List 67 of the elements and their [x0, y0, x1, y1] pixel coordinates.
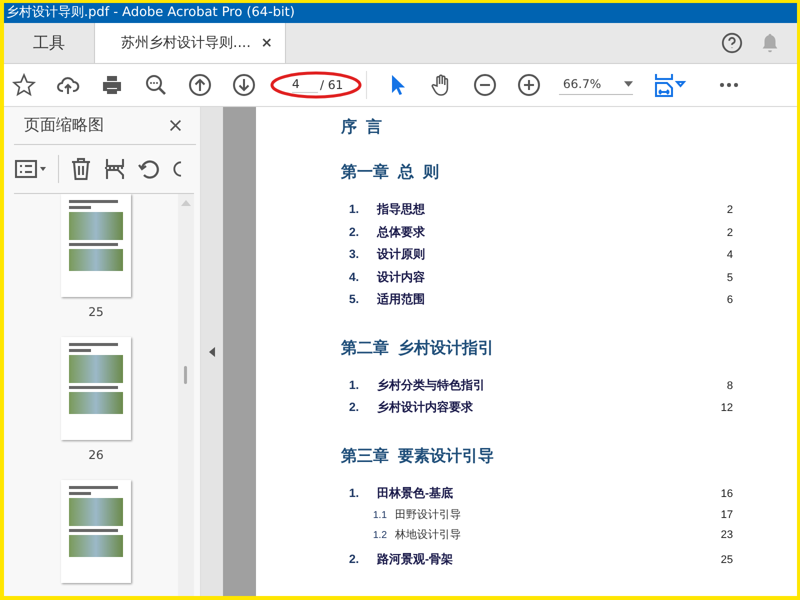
toc-page-number: 4 [726, 249, 733, 261]
document-tab[interactable]: 苏州乡村设计导则.... × [94, 23, 286, 63]
split-page-icon[interactable] [103, 157, 127, 181]
toc-entry[interactable]: 路河景观-骨架 [377, 551, 721, 568]
arrow-down-icon[interactable] [232, 73, 256, 97]
toc-number: 2. [349, 224, 360, 238]
options-menu-icon[interactable] [14, 157, 48, 181]
panel-title: 页面缩略图 [24, 115, 104, 136]
document-tab[interactable]: 工具 [4, 23, 94, 63]
toc-entry[interactable]: 指导思想 [377, 201, 727, 218]
toc-entry[interactable]: 适用范围 [377, 291, 727, 308]
toc-number: 2. [349, 400, 360, 414]
toc-heading: 第二章 乡村设计指引 [341, 338, 495, 358]
toc-number: 1. [349, 486, 360, 500]
toc-page-number: 2 [726, 204, 733, 216]
toc-entry[interactable]: 田林景色-基底 [377, 484, 721, 502]
toc-page-number: 16 [720, 488, 733, 500]
fit-page-icon[interactable] [653, 73, 687, 97]
toc-entry[interactable]: 乡村分类与特色指引 [377, 376, 727, 394]
toc-page-number: 12 [720, 402, 733, 414]
close-icon[interactable] [169, 119, 182, 132]
close-icon[interactable]: × [260, 35, 273, 51]
toc-page-number: 8 [726, 380, 733, 392]
scrollbar[interactable] [178, 194, 194, 596]
toc-page-number: 17 [720, 509, 733, 521]
arrow-up-icon[interactable] [188, 73, 212, 97]
zoom-out-icon[interactable] [473, 73, 497, 97]
toc-number: 1.2 [373, 530, 388, 541]
scroll-thumb[interactable] [184, 366, 187, 384]
page-thumbnail[interactable] [61, 194, 131, 297]
trash-icon[interactable] [69, 157, 93, 181]
toc-number: 3. [349, 247, 360, 261]
caret-icon [624, 81, 633, 87]
toc-number: 2. [349, 552, 360, 566]
toc-number: 5. [349, 292, 360, 306]
toc-page-number: 5 [726, 272, 733, 284]
toc-heading: 第三章 要素设计引导 [341, 446, 495, 466]
help-icon[interactable] [721, 32, 743, 54]
toc-page-number: 23 [720, 529, 733, 541]
page-thumbnail[interactable] [61, 480, 131, 583]
page-total: / 61 [320, 78, 344, 92]
toc-entry[interactable]: 林地设计引导 [395, 527, 721, 542]
toc-entry[interactable]: 田野设计引导 [395, 507, 721, 522]
toc-entry[interactable]: 总体要求 [377, 224, 727, 240]
zoom-dropdown[interactable]: 66.7% [559, 75, 633, 95]
page-label: 26 [88, 448, 104, 462]
toc-heading: 序 言 [341, 117, 383, 138]
toc-page-number: 25 [720, 554, 733, 566]
toc-number: 1. [349, 202, 360, 216]
zoom-in-icon[interactable] [517, 73, 541, 97]
toc-number: 1.1 [373, 510, 388, 521]
toc-number: 4. [349, 270, 360, 284]
toc-page-number: 6 [726, 294, 733, 306]
toc-entry[interactable]: 设计原则 [377, 246, 727, 263]
toc-entry[interactable]: 设计内容 [377, 268, 727, 286]
toc-entry[interactable]: 乡村设计内容要求 [377, 399, 721, 416]
toc-number: 1. [349, 378, 360, 392]
page-label: 25 [88, 305, 104, 319]
window-title: 乡村设计导则.pdf - Adobe Acrobat Pro (64-bit) [6, 5, 295, 20]
zoom-search-icon[interactable] [144, 73, 168, 97]
toc-page-number: 2 [726, 226, 733, 238]
collapse-arrow-icon[interactable] [209, 346, 215, 356]
toc-heading: 第一章 总 则 [341, 162, 440, 183]
page-number-field[interactable]: 4 [292, 77, 318, 93]
print-icon[interactable] [100, 73, 124, 97]
star-icon[interactable] [12, 73, 36, 97]
page-thumbnail[interactable] [61, 337, 131, 440]
